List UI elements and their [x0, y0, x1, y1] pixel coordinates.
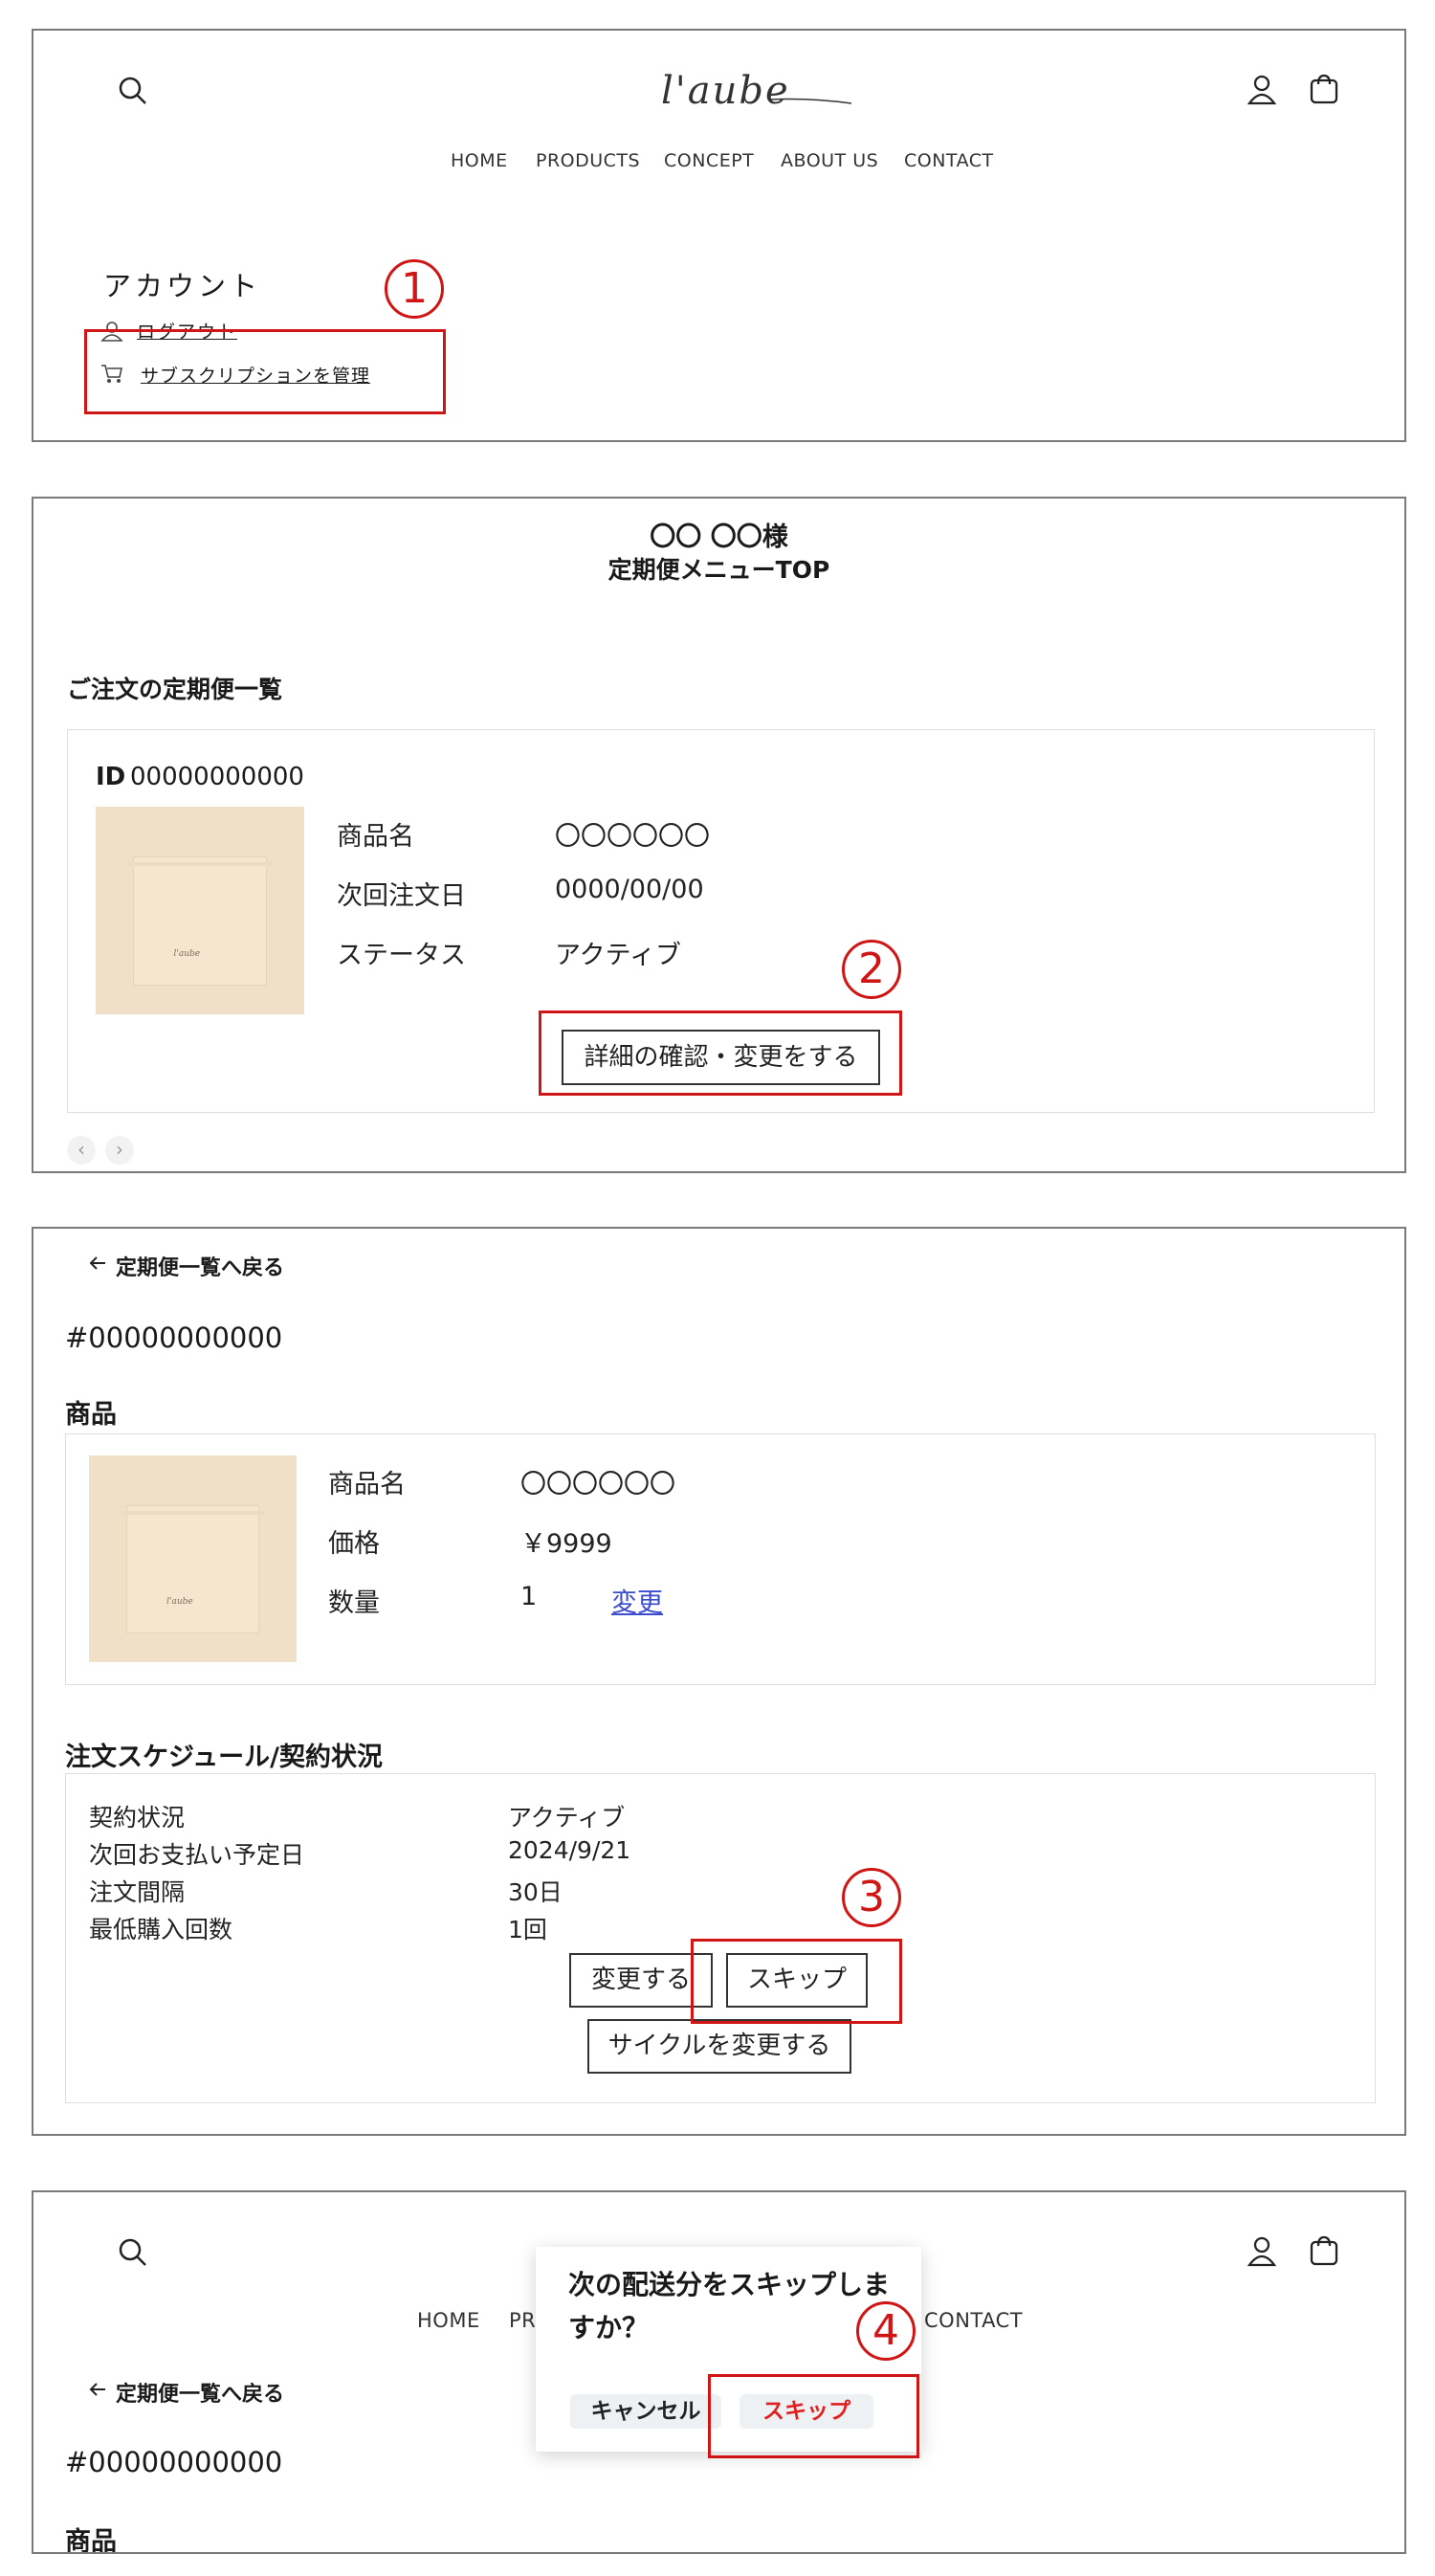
arrow-left-icon — [88, 2380, 107, 2399]
dialog-question: 次の配送分をスキップしますか？ — [568, 2269, 891, 2343]
row-value-product: 〇〇〇〇〇〇 — [555, 822, 710, 852]
annotation-marker-2: 2 — [842, 940, 901, 999]
arrow-left-icon — [88, 1254, 107, 1273]
product-card: l'aube 商品名 〇〇〇〇〇〇 価格 ￥9999 数量 1 変更 — [65, 1433, 1376, 1685]
min-purchase-label: 最低購入回数 — [89, 1916, 233, 1943]
nav-contact[interactable]: CONTACT — [904, 150, 994, 171]
search-icon[interactable] — [117, 75, 149, 107]
quantity-label: 数量 — [328, 1588, 380, 1618]
nav-concept[interactable]: CONCEPT — [664, 150, 754, 171]
list-heading: ご注文の定期便一覧 — [67, 676, 283, 703]
annotation-box-3 — [691, 1939, 902, 2024]
product-name-value: 〇〇〇〇〇〇 — [520, 1470, 675, 1499]
id-value: 00000000000 — [130, 763, 304, 791]
nav-products[interactable]: PRODUCTS — [536, 150, 640, 171]
schedule-heading: 注文スケジュール/契約状況 — [65, 1743, 383, 1772]
account-icon[interactable] — [1247, 73, 1277, 105]
row-label-next-order: 次回注文日 — [337, 881, 466, 911]
brand-logo[interactable]: l'aube — [627, 63, 856, 121]
next-payment-label: 次回お支払い予定日 — [89, 1841, 305, 1869]
nav-home[interactable]: HOME — [451, 150, 508, 171]
annotation-marker-3: 3 — [842, 1868, 901, 1927]
next-payment-value: 2024/9/21 — [508, 1836, 631, 1864]
product-image: l'aube — [96, 807, 304, 1014]
pager-next-button[interactable]: › — [105, 1136, 134, 1165]
product-heading: 商品 — [65, 1400, 117, 1430]
order-number: #00000000000 — [65, 2446, 283, 2478]
annotation-box-2 — [539, 1010, 902, 1096]
cancel-button[interactable]: キャンセル — [570, 2394, 721, 2429]
cart-icon[interactable] — [1308, 2234, 1340, 2267]
row-label-product: 商品名 — [337, 822, 414, 852]
product-heading: 商品 — [65, 2527, 117, 2554]
customer-name: 〇〇 〇〇様 — [650, 522, 788, 552]
min-purchase-value: 1回 — [508, 1916, 547, 1943]
quantity-change-link[interactable]: 変更 — [611, 1582, 663, 1619]
skip-confirm-panel: HOME PRODUCTS CONTACT 定期便一覧へ戻る #00000000… — [32, 2190, 1406, 2554]
row-value-status: アクティブ — [555, 941, 682, 970]
price-value: ￥9999 — [520, 1529, 612, 1559]
annotation-box-4 — [708, 2374, 919, 2458]
search-icon[interactable] — [117, 2236, 149, 2269]
quantity-value: 1 — [520, 1582, 538, 1611]
product-image: l'aube — [89, 1455, 297, 1662]
annotation-marker-1: 1 — [385, 259, 444, 319]
change-cycle-button[interactable]: サイクルを変更する — [587, 2019, 851, 2074]
row-label-status: ステータス — [337, 941, 466, 970]
price-label: 価格 — [328, 1529, 380, 1559]
cart-icon[interactable] — [1308, 73, 1340, 105]
nav-about[interactable]: ABOUT US — [781, 150, 878, 171]
account-icon[interactable] — [1247, 2234, 1277, 2267]
back-link[interactable]: 定期便一覧へ戻る — [116, 2377, 284, 2408]
id-label: ID — [96, 763, 126, 791]
account-title: アカウント — [103, 270, 262, 302]
annotation-box-1 — [84, 329, 446, 414]
nav-contact[interactable]: CONTACT — [924, 2309, 1023, 2332]
nav-home[interactable]: HOME — [417, 2309, 480, 2332]
back-link[interactable]: 定期便一覧へ戻る — [116, 1251, 284, 1281]
row-value-next-order: 0000/00/00 — [555, 875, 704, 904]
order-interval-label: 注文間隔 — [89, 1878, 186, 1906]
annotation-marker-4: 4 — [856, 2301, 916, 2361]
contract-status-value: アクティブ — [508, 1804, 626, 1832]
pager-prev-button[interactable]: ‹ — [67, 1136, 96, 1165]
contract-status-label: 契約状況 — [89, 1804, 186, 1832]
product-name-label: 商品名 — [328, 1470, 406, 1499]
order-interval-value: 30日 — [508, 1878, 563, 1906]
menu-title: 定期便メニューTOP — [607, 556, 830, 584]
order-number: #00000000000 — [65, 1321, 283, 1354]
